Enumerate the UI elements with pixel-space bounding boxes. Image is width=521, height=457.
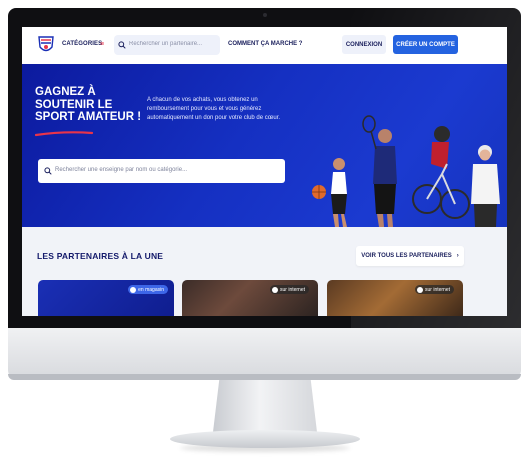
globe-icon xyxy=(417,286,423,293)
search-icon xyxy=(118,41,126,49)
hero-underline-swoosh xyxy=(35,131,93,137)
senior-woman-figure xyxy=(471,145,500,227)
see-all-partners-button[interactable]: VOIR TOUS LES PARTENAIRES › xyxy=(356,246,464,266)
store-icon xyxy=(130,286,137,293)
status-badge: sur internet xyxy=(270,285,310,294)
search-placeholder: Rechercher un partenaire... xyxy=(129,41,203,47)
webcam xyxy=(263,13,267,17)
badge-label: sur internet xyxy=(280,286,306,293)
monitor-stand-base xyxy=(170,430,360,448)
tennis-player-figure xyxy=(362,115,397,227)
status-badge: sur internet xyxy=(415,285,455,294)
partner-card[interactable]: sur internet xyxy=(182,280,318,316)
bmx-rider-figure xyxy=(412,126,470,219)
signup-button[interactable]: CRÉER UN COMPTE xyxy=(393,35,458,54)
monitor-stand-neck xyxy=(213,380,317,432)
partner-card[interactable]: sur internet xyxy=(327,280,463,316)
hero-search-placeholder: Rechercher une enseigne par nom ou catég… xyxy=(55,167,188,173)
see-all-label: VOIR TOUS LES PARTENAIRES xyxy=(361,253,452,259)
section-title: LES PARTENAIRES À LA UNE xyxy=(37,251,164,261)
website-screen: CATÉGORIES ≡ Rechercher un partenaire...… xyxy=(22,27,507,316)
search-input[interactable]: Rechercher un partenaire... xyxy=(114,35,220,55)
hero-search-input[interactable]: Rechercher une enseigne par nom ou catég… xyxy=(38,159,285,183)
hero-title: GAGNEZ À SOUTENIR LE SPORT AMATEUR ! xyxy=(35,86,142,123)
search-icon xyxy=(44,167,52,175)
globe-icon xyxy=(272,286,278,293)
basketball-player-figure xyxy=(312,158,347,227)
partners-section: LES PARTENAIRES À LA UNE VOIR TOUS LES P… xyxy=(22,227,507,316)
monitor-chin-edge xyxy=(8,374,521,380)
categories-menu[interactable]: CATÉGORIES xyxy=(62,41,102,47)
partner-card[interactable]: en magasin xyxy=(38,280,174,316)
login-button[interactable]: CONNEXION xyxy=(342,35,386,54)
badge-label: en magasin xyxy=(138,286,164,293)
badge-label: sur internet xyxy=(425,286,451,293)
hamburger-icon[interactable]: ≡ xyxy=(100,41,104,48)
athletes-illustration xyxy=(312,115,500,227)
chevron-right-icon: › xyxy=(456,253,459,259)
hero-description: A chacun de vos achats, vous obtenez un … xyxy=(147,97,281,121)
top-navbar: CATÉGORIES ≡ Rechercher un partenaire...… xyxy=(22,27,507,64)
status-badge: en magasin xyxy=(128,285,168,294)
brand-logo[interactable] xyxy=(36,35,56,55)
monitor-chin xyxy=(8,328,521,380)
hero-banner: GAGNEZ À SOUTENIR LE SPORT AMATEUR ! A c… xyxy=(22,64,507,227)
how-it-works-link[interactable]: COMMENT ÇA MARCHE ? xyxy=(228,41,302,47)
